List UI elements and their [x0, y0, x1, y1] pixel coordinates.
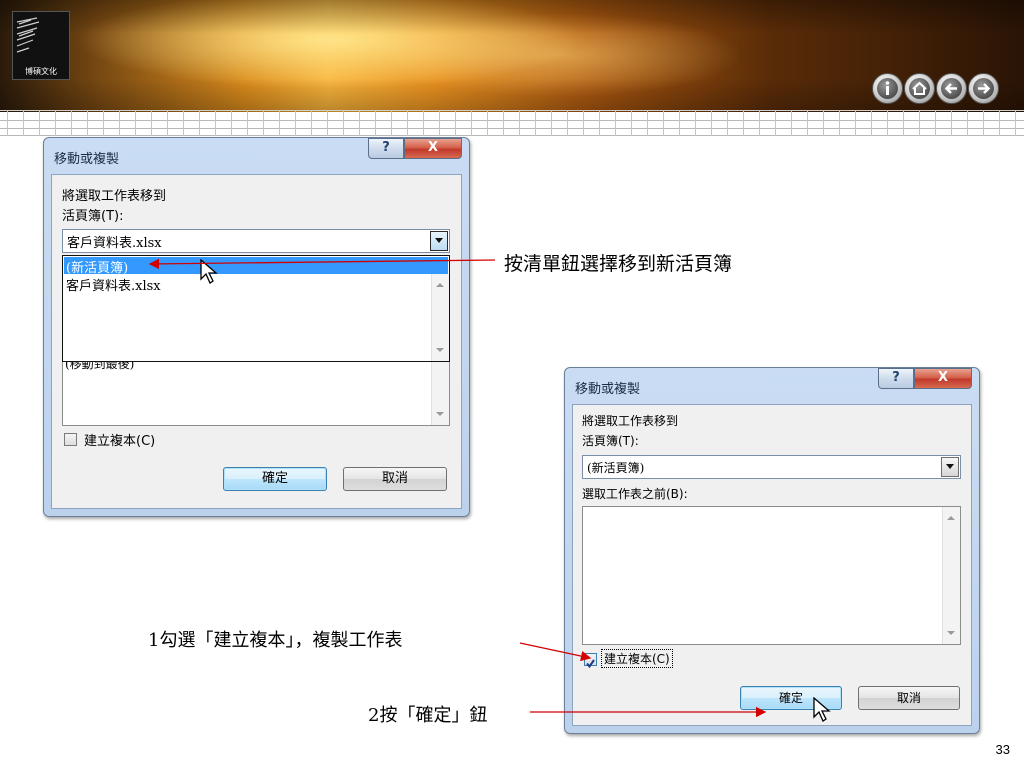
ok-note: 2按「確定」鈕 [368, 705, 488, 726]
arrow-to-dropdown [148, 258, 496, 270]
dropdown-note: 按清單鈕選擇移到新活頁簿 [504, 253, 733, 275]
annotation-arrows [148, 258, 767, 718]
page-number: 33 [995, 742, 1010, 757]
arrow-to-checkbox [519, 642, 592, 662]
copy-note: 1勾選「建立複本」，複製工作表 [148, 630, 403, 651]
